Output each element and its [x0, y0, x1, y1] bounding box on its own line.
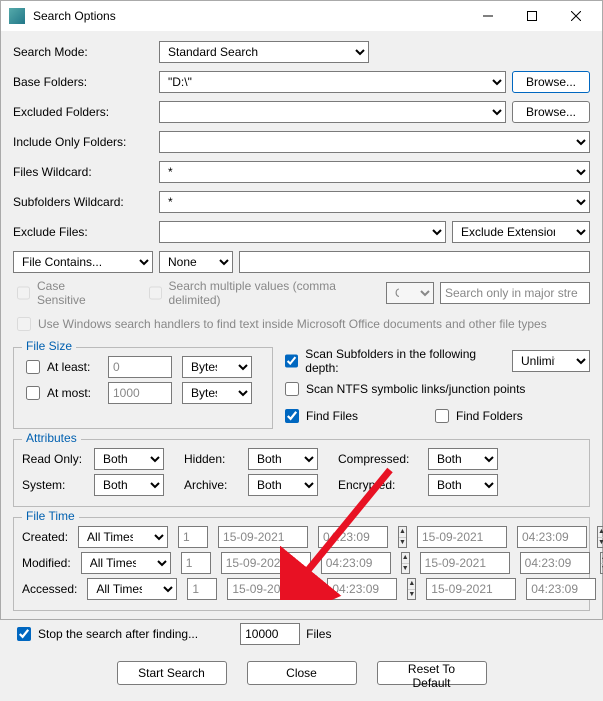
subfolders-wildcard-input[interactable]: * [159, 191, 590, 213]
stop-after-checkbox[interactable]: Stop the search after finding... [13, 624, 198, 644]
or-select[interactable]: Or [386, 282, 434, 304]
windows-handlers-checkbox[interactable]: Use Windows search handlers to find text… [13, 314, 547, 334]
exclude-files-input[interactable] [159, 221, 446, 243]
accessed-n[interactable] [187, 578, 217, 600]
created-spin1[interactable]: ▲▼ [398, 526, 407, 548]
modified-date1[interactable] [221, 552, 311, 574]
search-mode-label: Search Mode: [13, 45, 153, 59]
attributes-group-title: Attributes [22, 431, 81, 445]
modified-time1[interactable] [321, 552, 391, 574]
accessed-time1[interactable] [327, 578, 397, 600]
at-least-unit[interactable]: Bytes [182, 356, 252, 378]
created-date1[interactable] [218, 526, 308, 548]
created-select[interactable]: All Times [78, 526, 168, 548]
stop-after-count[interactable] [240, 623, 300, 645]
excluded-folders-label: Excluded Folders: [13, 105, 153, 119]
subfolders-wildcard-label: Subfolders Wildcard: [13, 195, 153, 209]
start-search-button[interactable]: Start Search [117, 661, 227, 685]
window-title: Search Options [33, 9, 466, 23]
accessed-date2[interactable] [426, 578, 516, 600]
minimize-button[interactable] [466, 1, 510, 31]
files-suffix: Files [306, 627, 331, 641]
archive-label: Archive: [184, 478, 238, 492]
at-most-checkbox[interactable]: At most: [22, 383, 98, 403]
read-only-select[interactable]: Both [94, 448, 164, 470]
modified-label: Modified: [22, 556, 71, 570]
modified-date2[interactable] [420, 552, 510, 574]
at-most-value[interactable] [108, 382, 172, 404]
base-folders-label: Base Folders: [13, 75, 153, 89]
search-mode-select[interactable]: Standard Search [159, 41, 369, 63]
at-most-unit[interactable]: Bytes [182, 382, 252, 404]
created-label: Created: [22, 530, 68, 544]
search-major-stream[interactable] [440, 282, 590, 304]
modified-spin2[interactable]: ▲▼ [600, 552, 603, 574]
file-size-group-title: File Size [22, 339, 76, 353]
created-time2[interactable] [517, 526, 587, 548]
find-files-checkbox[interactable]: Find Files [281, 406, 421, 426]
files-wildcard-input[interactable]: * [159, 161, 590, 183]
scan-ntfs-checkbox[interactable]: Scan NTFS symbolic links/junction points [281, 379, 590, 399]
exclude-files-label: Exclude Files: [13, 225, 153, 239]
read-only-label: Read Only: [22, 452, 84, 466]
created-n[interactable] [178, 526, 208, 548]
compressed-select[interactable]: Both [428, 448, 498, 470]
created-time1[interactable] [318, 526, 388, 548]
encrypted-select[interactable]: Both [428, 474, 498, 496]
close-window-button[interactable] [554, 1, 598, 31]
app-icon [9, 8, 25, 24]
file-contains-value[interactable] [239, 251, 590, 273]
hidden-label: Hidden: [184, 452, 238, 466]
modified-n[interactable] [181, 552, 211, 574]
modified-time2[interactable] [520, 552, 590, 574]
created-date2[interactable] [417, 526, 507, 548]
at-least-checkbox[interactable]: At least: [22, 357, 98, 377]
accessed-spin1[interactable]: ▲▼ [407, 578, 416, 600]
reset-button[interactable]: Reset To Default [377, 661, 487, 685]
maximize-button[interactable] [510, 1, 554, 31]
base-folders-input[interactable]: "D:\" [159, 71, 506, 93]
archive-select[interactable]: Both [248, 474, 318, 496]
encrypted-label: Encrypted: [338, 478, 418, 492]
browse-excluded-button[interactable]: Browse... [512, 101, 590, 123]
modified-spin1[interactable]: ▲▼ [401, 552, 410, 574]
system-label: System: [22, 478, 84, 492]
accessed-time2[interactable] [526, 578, 596, 600]
scan-subfolders-checkbox[interactable]: Scan Subfolders in the following depth: [281, 347, 502, 375]
accessed-select[interactable]: All Times [87, 578, 177, 600]
hidden-select[interactable]: Both [248, 448, 318, 470]
files-wildcard-label: Files Wildcard: [13, 165, 153, 179]
browse-base-button[interactable]: Browse... [512, 71, 590, 93]
include-only-input[interactable] [159, 131, 590, 153]
file-contains-select[interactable]: File Contains... [13, 251, 153, 273]
created-spin2[interactable]: ▲▼ [597, 526, 603, 548]
at-least-value[interactable] [108, 356, 172, 378]
close-button[interactable]: Close [247, 661, 357, 685]
case-sensitive-checkbox[interactable]: Case Sensitive [13, 279, 110, 307]
accessed-label: Accessed: [22, 582, 77, 596]
file-contains-mode-select[interactable]: None [159, 251, 233, 273]
find-folders-checkbox[interactable]: Find Folders [431, 406, 523, 426]
file-time-group-title: File Time [22, 509, 79, 523]
compressed-label: Compressed: [338, 452, 418, 466]
system-select[interactable]: Both [94, 474, 164, 496]
excluded-folders-input[interactable] [159, 101, 506, 123]
include-only-label: Include Only Folders: [13, 135, 153, 149]
accessed-date1[interactable] [227, 578, 317, 600]
depth-select[interactable]: Unlimited [512, 350, 590, 372]
search-multiple-checkbox[interactable]: Search multiple values (comma delimited) [145, 279, 374, 307]
modified-select[interactable]: All Times [81, 552, 171, 574]
exclude-extensions-select[interactable]: Exclude Extensions List [452, 221, 590, 243]
